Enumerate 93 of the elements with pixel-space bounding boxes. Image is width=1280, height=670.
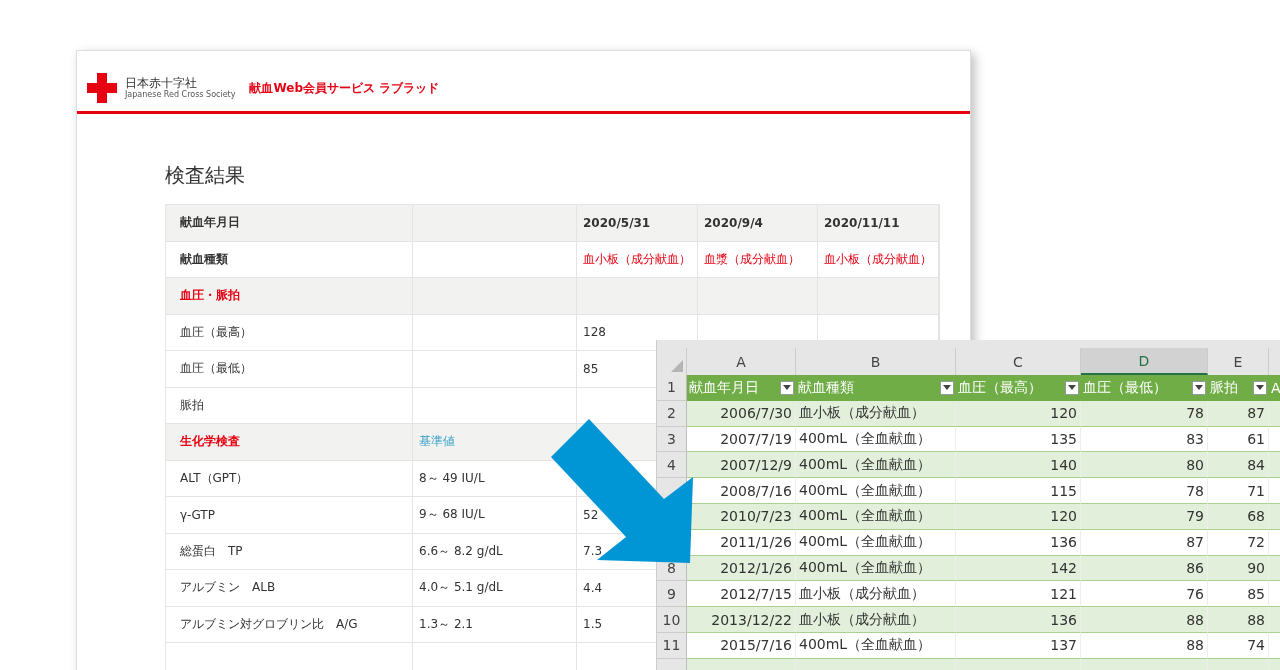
filter-button[interactable]	[780, 380, 794, 395]
column-header[interactable]: C	[956, 348, 1081, 375]
filter-button[interactable]	[1253, 380, 1267, 395]
table-cell: 血圧（最低）	[166, 351, 413, 387]
table-cell: 88	[1208, 607, 1269, 633]
table-cell: 2020/11/11	[818, 205, 939, 241]
table-cell: 80	[1081, 452, 1208, 479]
filter-button[interactable]	[1192, 380, 1206, 395]
row-number: 10	[657, 607, 687, 633]
table-cell: アルブミン ALB	[166, 570, 413, 606]
table-cell: 血圧（最高）	[166, 314, 413, 350]
table-cell: 2020/9/4	[698, 205, 818, 241]
table-cell: 137	[956, 632, 1081, 659]
table-cell: 74	[1208, 632, 1269, 659]
table-cell: 9～ 68 IU/L	[413, 497, 577, 533]
row-number: 2	[657, 400, 687, 427]
caret-icon	[1195, 385, 1203, 391]
table-cell: 400mL（全血献血）	[796, 478, 956, 504]
table-header-cell: A	[1269, 375, 1280, 401]
table-cell: 86	[1081, 555, 1208, 582]
table-cell: ALT（GPT）	[166, 460, 413, 496]
table-header-cell: 献血年月日	[687, 375, 796, 401]
table-cell: 136	[956, 607, 1081, 633]
table-cell: 血小板（成分献血）	[796, 400, 956, 427]
table-cell: 1.3～ 2.1	[413, 606, 577, 642]
table-cell: 68	[1208, 504, 1269, 530]
caret-icon	[943, 385, 951, 391]
table-header-cell: 血圧（最高）	[956, 375, 1081, 401]
table-cell: 120	[956, 400, 1081, 427]
column-header[interactable]: B	[796, 348, 956, 375]
table-cell: 87	[1208, 400, 1269, 427]
table-cell: 血小板（成分献血）	[577, 241, 698, 277]
table-cell: 78	[1081, 478, 1208, 504]
caret-icon	[783, 385, 791, 391]
table-cell: 血漿（成分献血）	[698, 241, 818, 277]
table-header-cell: 脈拍	[1208, 375, 1269, 401]
row-number: 3	[657, 426, 687, 453]
column-header[interactable]: D	[1081, 348, 1208, 375]
triangle-icon	[671, 360, 683, 372]
row-number: 11	[657, 632, 687, 659]
table-cell: 4.0～ 5.1 g/dL	[413, 570, 577, 606]
row-number: 1	[657, 375, 687, 401]
table-cell: 72	[1208, 529, 1269, 556]
table-cell: 84	[1208, 452, 1269, 479]
filter-button[interactable]	[940, 380, 954, 395]
table-cell: 献血年月日	[166, 205, 413, 241]
cross-logo-icon	[87, 73, 117, 103]
table-cell: 400mL（全血献血）	[796, 452, 956, 479]
table-cell: 脈拍	[166, 387, 413, 423]
table-cell: 献血種類	[166, 241, 413, 277]
table-cell: 2015/7/16	[687, 632, 796, 659]
table-cell: 血圧・脈拍	[166, 278, 413, 314]
column-header[interactable]: A	[687, 348, 796, 375]
table-cell: 2013/12/22	[687, 607, 796, 633]
table-cell: 400mL（全血献血）	[796, 504, 956, 530]
filter-button[interactable]	[1065, 380, 1079, 395]
table-cell: 2020/5/31	[577, 205, 698, 241]
page-title: 検査結果	[165, 162, 246, 189]
table-cell: 400mL（全血献血）	[796, 632, 956, 659]
table-cell: アルブミン対グロブリン比 A/G	[166, 606, 413, 642]
table-cell: 2012/1/26	[687, 555, 796, 582]
table-cell: γ-GTP	[166, 497, 413, 533]
table-header-cell: 血圧（最低）	[1081, 375, 1208, 401]
table-cell: 78	[1081, 400, 1208, 427]
table-cell: 400mL（全血献血）	[796, 529, 956, 556]
table-cell: 生化学検査	[166, 424, 413, 460]
table-cell: 88	[1081, 607, 1208, 633]
table-cell: 血小板（成分献血）	[818, 241, 939, 277]
row-number: 4	[657, 452, 687, 479]
column-header[interactable]: E	[1208, 348, 1269, 375]
table-header-cell: 献血種類	[796, 375, 956, 401]
caret-icon	[1068, 385, 1076, 391]
table-cell: 総蛋白 TP	[166, 533, 413, 569]
table-cell: 2006/7/30	[687, 400, 796, 427]
service-name: 献血Web会員サービス ラブラッド	[249, 79, 440, 97]
organization-name: 日本赤十字社	[125, 76, 198, 90]
table-cell: 90	[1208, 555, 1269, 582]
table-cell: 6.6～ 8.2 g/dL	[413, 533, 577, 569]
caret-icon	[1256, 385, 1264, 391]
organization-name-english: Japanese Red Cross Society	[125, 90, 236, 100]
row-number: 9	[657, 581, 687, 608]
table-cell: 71	[1208, 478, 1269, 504]
table-cell: 142	[956, 555, 1081, 582]
table-cell: 115	[956, 478, 1081, 504]
table-cell: 87	[1081, 529, 1208, 556]
table-cell: 88	[1081, 632, 1208, 659]
table-cell: 血小板（成分献血）	[796, 607, 956, 633]
table-cell: 140	[956, 452, 1081, 479]
table-cell: 2007/12/9	[687, 452, 796, 479]
table-cell: 79	[1081, 504, 1208, 530]
table-cell: 400mL（全血献血）	[796, 555, 956, 582]
table-cell: 136	[956, 529, 1081, 556]
table-cell: 120	[956, 504, 1081, 530]
